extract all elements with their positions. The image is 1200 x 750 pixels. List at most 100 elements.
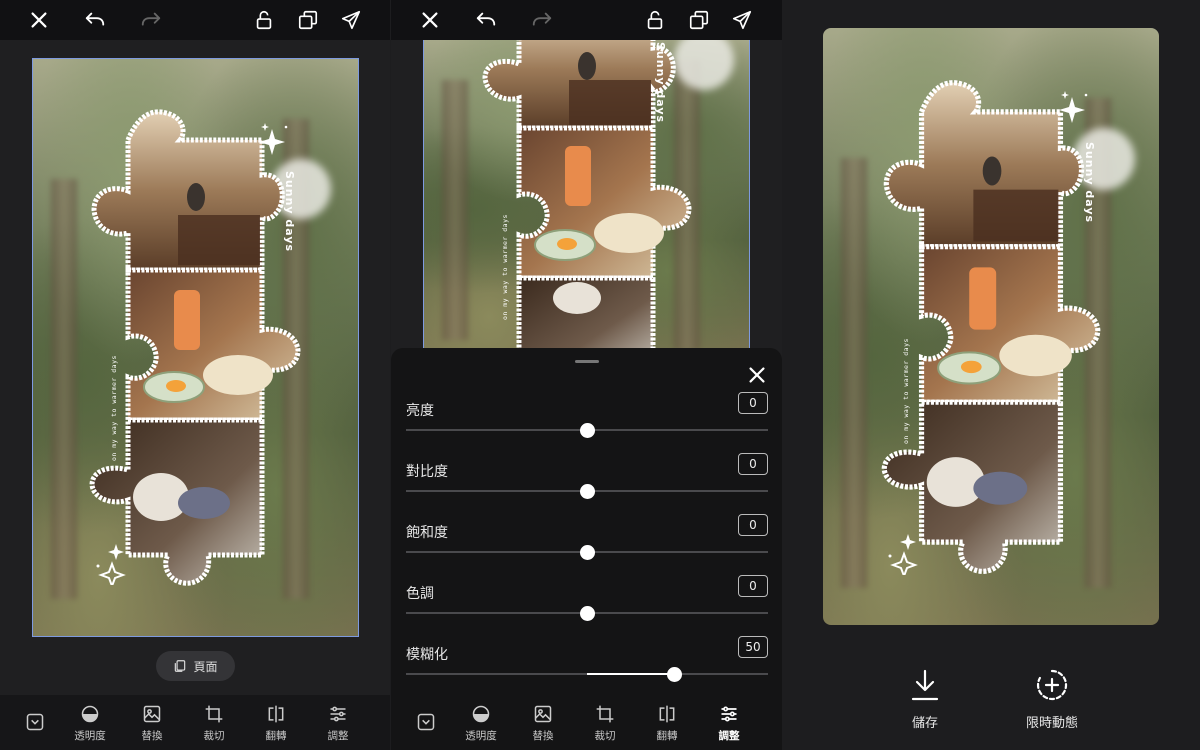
- brightness-value[interactable]: 0: [738, 392, 768, 414]
- drag-handle[interactable]: [575, 360, 599, 363]
- tool-opacity[interactable]: 透明度: [456, 704, 506, 743]
- page-button[interactable]: 頁面: [156, 651, 235, 681]
- adjust-panel: Sunny days on my way to warmer days 亮度 0…: [391, 0, 782, 750]
- tool-flip[interactable]: 翻轉: [251, 704, 301, 743]
- tool-replace[interactable]: 替換: [127, 704, 177, 743]
- adjust-sheet: 亮度 0 對比度 0 飽和度 0 色調 0 模糊化 50: [391, 348, 782, 750]
- sticker-on-my-way: on my way to warmer days: [110, 355, 118, 461]
- undo-icon[interactable]: [472, 6, 500, 34]
- export-panel: Sunny days on my way to warmer days 儲存 限…: [783, 0, 1200, 750]
- opacity-icon: [472, 705, 490, 723]
- flip-icon: [659, 705, 675, 723]
- tool-replace[interactable]: 替換: [518, 704, 568, 743]
- tool-label: 翻轉: [265, 730, 287, 742]
- story-label: 限時動態: [1025, 716, 1078, 731]
- sticker-sunny-days: Sunny days: [654, 42, 667, 124]
- crop-icon: [596, 705, 614, 723]
- tool-label: 裁切: [203, 730, 225, 742]
- tool-collapse[interactable]: [10, 712, 60, 736]
- tool-adjust[interactable]: 調整: [704, 704, 754, 743]
- sticker-on-my-way: on my way to warmer days: [902, 338, 910, 444]
- slider-thumb[interactable]: [666, 667, 682, 682]
- contrast-label: 對比度: [406, 464, 448, 480]
- save-label: 儲存: [911, 716, 938, 731]
- saturation-row: 飽和度 0: [406, 514, 768, 583]
- saturation-label: 飽和度: [406, 525, 448, 541]
- bottom-toolbar: 透明度 替換 裁切 翻轉 調整: [0, 695, 390, 750]
- tool-label: 調整: [327, 730, 349, 742]
- puzzle-photo-sticker: Sunny days on my way to warmer days: [878, 72, 1104, 582]
- replace-image-icon: [534, 705, 552, 723]
- collapse-icon: [26, 713, 44, 731]
- download-icon: [911, 669, 939, 701]
- tool-opacity[interactable]: 透明度: [65, 704, 115, 743]
- opacity-icon: [81, 705, 99, 723]
- replace-image-icon: [143, 705, 161, 723]
- tool-label: 替換: [141, 730, 163, 742]
- slider-thumb[interactable]: [580, 484, 595, 499]
- tool-label: 透明度: [465, 730, 497, 742]
- adjust-icon: [330, 706, 346, 722]
- tool-label: 翻轉: [656, 730, 678, 742]
- hue-label: 色調: [406, 586, 434, 602]
- blur-slider[interactable]: [406, 673, 768, 675]
- add-story-icon: [1036, 669, 1068, 701]
- unlock-icon[interactable]: [641, 6, 669, 34]
- puzzle-photo-sticker[interactable]: Sunny days on my way to warmer days: [86, 105, 304, 590]
- tool-label: 替換: [532, 730, 554, 742]
- unlock-icon[interactable]: [250, 6, 278, 34]
- flip-icon: [268, 705, 284, 723]
- duplicate-icon[interactable]: [685, 6, 713, 34]
- sparkle-icon: [96, 544, 126, 585]
- redo-icon: [528, 6, 556, 34]
- contrast-value[interactable]: 0: [738, 453, 768, 475]
- redo-icon: [137, 6, 165, 34]
- puzzle-photo-sticker[interactable]: Sunny days on my way to warmer days: [477, 40, 695, 348]
- story-button[interactable]: 限時動態: [1012, 668, 1092, 731]
- sparkle-icon: [1059, 91, 1088, 123]
- adjust-icon: [721, 706, 737, 722]
- tool-adjust[interactable]: 調整: [313, 704, 363, 743]
- top-toolbar: [0, 0, 390, 40]
- tool-label: 透明度: [74, 730, 106, 742]
- sparkle-icon: [888, 534, 918, 575]
- saturation-value[interactable]: 0: [738, 514, 768, 536]
- contrast-row: 對比度 0: [406, 453, 768, 522]
- brightness-row: 亮度 0: [406, 392, 768, 461]
- blur-slider-fill: [587, 673, 674, 675]
- editor-panel: Sunny days on my way to warmer days 頁面 透…: [0, 0, 390, 750]
- close-icon[interactable]: [416, 6, 444, 34]
- tool-crop[interactable]: 裁切: [189, 704, 239, 743]
- send-icon[interactable]: [728, 6, 756, 34]
- tool-collapse[interactable]: [401, 712, 451, 736]
- hue-row: 色調 0: [406, 575, 768, 644]
- blur-label: 模糊化: [406, 647, 448, 663]
- tool-crop[interactable]: 裁切: [580, 704, 630, 743]
- close-icon[interactable]: [25, 6, 53, 34]
- close-icon[interactable]: [746, 364, 768, 386]
- blur-row: 模糊化 50: [406, 636, 768, 684]
- send-icon[interactable]: [337, 6, 365, 34]
- sticker-on-my-way: on my way to warmer days: [501, 214, 509, 320]
- blur-value[interactable]: 50: [738, 636, 768, 658]
- slider-thumb[interactable]: [580, 545, 595, 560]
- tool-label: 調整: [718, 730, 740, 742]
- top-toolbar: [391, 0, 782, 40]
- slider-thumb[interactable]: [580, 423, 595, 438]
- tool-label: 裁切: [594, 730, 616, 742]
- bottom-toolbar: 透明度 替換 裁切 翻轉 調整: [391, 695, 782, 750]
- sparkle-icon: [259, 123, 288, 155]
- save-button[interactable]: 儲存: [895, 668, 955, 731]
- tool-flip[interactable]: 翻轉: [642, 704, 692, 743]
- crop-icon: [205, 705, 223, 723]
- sticker-sunny-days: Sunny days: [283, 171, 296, 253]
- page-icon: [175, 660, 186, 672]
- page-button-label: 頁面: [193, 659, 218, 674]
- slider-thumb[interactable]: [580, 606, 595, 621]
- hue-value[interactable]: 0: [738, 575, 768, 597]
- duplicate-icon[interactable]: [294, 6, 322, 34]
- sticker-sunny-days: Sunny days: [1083, 142, 1096, 224]
- undo-icon[interactable]: [81, 6, 109, 34]
- brightness-label: 亮度: [406, 403, 434, 419]
- collapse-icon: [417, 713, 435, 731]
